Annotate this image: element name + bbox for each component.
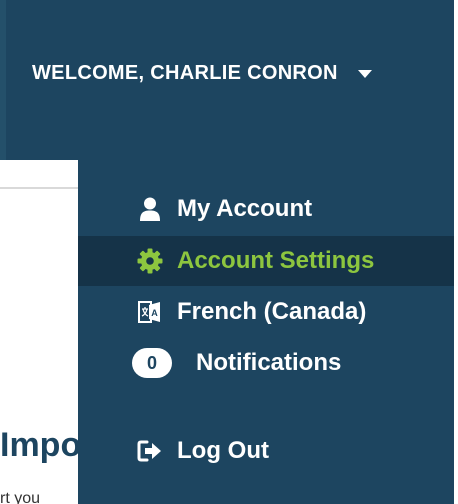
user-menu-toggle[interactable]: WELCOME, CHARLIE CONRON: [32, 62, 372, 85]
menu-item-label: Log Out: [177, 437, 269, 464]
menu-item-label: Notifications: [196, 349, 342, 376]
header-bar: WELCOME, CHARLIE CONRON: [6, 0, 454, 160]
background-page: Impo rt you: [0, 160, 78, 504]
user-dropdown-menu: My Account Account Settings A French (Ca…: [78, 160, 454, 504]
page-text: rt you: [0, 490, 41, 504]
menu-item-notifications[interactable]: 0 Notifications: [78, 338, 454, 388]
menu-item-my-account[interactable]: My Account: [78, 184, 454, 234]
language-icon: A: [136, 298, 164, 326]
chevron-down-icon: [357, 69, 372, 78]
menu-item-log-out[interactable]: Log Out: [78, 426, 454, 476]
svg-text:A: A: [151, 308, 158, 318]
logout-icon: [136, 437, 164, 465]
gear-icon: [136, 247, 164, 275]
page-divider: [0, 187, 78, 189]
menu-item-label: French (Canada): [177, 298, 367, 325]
menu-item-language[interactable]: A French (Canada): [78, 287, 454, 337]
right-edge: [454, 0, 458, 504]
menu-item-account-settings[interactable]: Account Settings: [78, 236, 454, 286]
notification-count-badge: 0: [132, 348, 172, 378]
welcome-text: WELCOME, CHARLIE CONRON: [32, 62, 338, 84]
page-heading: Impo: [0, 426, 78, 464]
user-icon: [136, 195, 164, 223]
menu-item-label: Account Settings: [177, 247, 375, 274]
menu-item-label: My Account: [177, 195, 313, 222]
